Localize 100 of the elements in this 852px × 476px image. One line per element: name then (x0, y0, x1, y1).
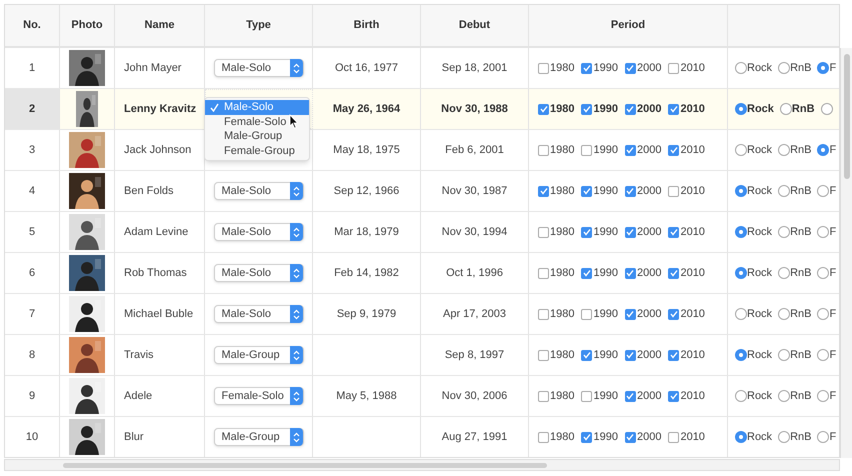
period-checkbox[interactable]: 1990 (581, 142, 618, 158)
genre-radio[interactable]: RnB (778, 60, 812, 76)
type-select[interactable]: Male-Solo (214, 182, 304, 200)
genre-radio[interactable] (820, 103, 833, 115)
period-checkbox[interactable]: 1990 (581, 388, 618, 404)
period-checkbox[interactable]: 1980 (538, 142, 574, 158)
period-checkbox[interactable]: 1990 (581, 346, 618, 364)
checkmark-icon (626, 392, 634, 400)
genre-radio[interactable]: F (817, 388, 836, 404)
period-checkbox[interactable]: 2010 (668, 224, 705, 240)
name-cell-text: Blur (124, 430, 144, 445)
genre-radio[interactable]: Rock (735, 182, 772, 200)
genre-radio[interactable]: F (817, 428, 836, 446)
type-select[interactable]: Male-Solo (214, 305, 304, 323)
checkmark-icon (582, 228, 591, 236)
period-checkbox[interactable]: 1980 (538, 182, 574, 200)
period-checkbox[interactable]: 1990 (581, 60, 618, 76)
period-checkbox[interactable]: 1980 (538, 100, 574, 118)
checkmark-icon (626, 269, 634, 277)
genre-radio[interactable]: Rock (735, 428, 772, 446)
period-checkbox[interactable]: 2010 (668, 142, 705, 158)
type-select[interactable]: Male-Solo (214, 223, 304, 241)
period-checkbox[interactable]: 2000 (624, 306, 662, 322)
genre-radio[interactable]: Rock (735, 306, 772, 322)
genre-radio[interactable]: F (817, 264, 836, 282)
genre-radio[interactable]: F (817, 60, 836, 76)
period-checkbox[interactable]: 2000 (624, 428, 662, 446)
period-checkbox[interactable]: 1980 (538, 264, 574, 282)
period-checkbox[interactable]: 2010 (668, 100, 705, 118)
dropdown-option[interactable]: Female-Solo (205, 114, 309, 129)
period-checkbox[interactable]: 1990 (581, 182, 618, 200)
period-checkbox[interactable]: 2000 (624, 142, 662, 158)
genre-radio[interactable]: RnB (778, 346, 812, 364)
stepper-icon (292, 390, 300, 402)
period-checkbox[interactable]: 2010 (668, 306, 705, 322)
genre-radio[interactable]: RnB (778, 142, 812, 158)
row-number: 4 (28, 184, 36, 199)
period-checkbox[interactable]: 2000 (624, 224, 662, 240)
scrollbar-thumb[interactable] (63, 463, 547, 468)
checkmark-icon (626, 351, 634, 359)
genre-radio[interactable]: RnB (778, 182, 812, 200)
genre-radio[interactable]: RnB (778, 306, 812, 322)
debut-date: Oct 1, 1996 (446, 266, 503, 281)
horizontal-scrollbar[interactable] (4, 459, 840, 471)
period-checkbox[interactable]: 2010 (668, 346, 705, 364)
type-select[interactable]: Male-Group (214, 428, 304, 446)
period-checkbox[interactable]: 1980 (538, 428, 574, 446)
genre-radio[interactable]: Rock (735, 142, 772, 158)
genre-radio[interactable]: F (817, 306, 836, 322)
birth-date: May 18, 1975 (333, 142, 400, 158)
period-checkbox[interactable]: 2010 (668, 182, 705, 200)
checkmark-icon (670, 105, 678, 113)
genre-radio[interactable]: F (817, 142, 836, 158)
period-checkbox[interactable]: 1980 (538, 224, 574, 240)
period-checkbox[interactable]: 1990 (581, 100, 618, 118)
genre-radio[interactable]: F (817, 346, 836, 364)
period-checkbox[interactable]: 2000 (624, 100, 662, 118)
period-checkbox[interactable]: 1980 (538, 60, 574, 76)
period-checkbox[interactable]: 1980 (538, 346, 574, 364)
period-checkbox[interactable]: 2010 (668, 60, 705, 76)
column-header: Birth (354, 18, 380, 34)
dropdown-option[interactable]: Male-Group (205, 129, 309, 144)
genre-radio[interactable]: Rock (735, 264, 772, 282)
period-checkbox[interactable]: 1990 (581, 428, 618, 446)
genre-radio[interactable]: RnB (778, 428, 812, 446)
type-select[interactable]: Female-Solo (214, 387, 304, 405)
name-cell-text: Adele (124, 388, 152, 404)
genre-radio[interactable]: RnB (780, 100, 815, 118)
genre-radio[interactable]: F (817, 224, 836, 240)
checkmark-icon (626, 187, 634, 195)
type-select[interactable]: Male-Group (214, 346, 304, 364)
genre-radio[interactable]: Rock (735, 100, 774, 118)
period-checkbox[interactable]: 1980 (538, 388, 574, 404)
period-checkbox[interactable]: 1990 (581, 224, 618, 240)
period-checkbox[interactable]: 1990 (581, 306, 618, 322)
row-number: 10 (26, 430, 38, 445)
period-checkbox[interactable]: 2010 (668, 428, 705, 446)
period-checkbox[interactable]: 2000 (624, 264, 662, 282)
scrollbar-thumb[interactable] (844, 54, 850, 179)
period-checkbox[interactable]: 2000 (624, 60, 662, 76)
dropdown-option[interactable]: Female-Group (205, 144, 309, 158)
period-checkbox[interactable]: 1980 (538, 306, 574, 322)
genre-radio[interactable]: RnB (778, 264, 812, 282)
genre-radio[interactable]: Rock (735, 60, 772, 76)
genre-radio[interactable]: Rock (735, 388, 772, 404)
birth-date: Mar 18, 1979 (334, 224, 399, 240)
type-select[interactable]: Male-Solo (214, 59, 304, 77)
genre-radio[interactable]: RnB (778, 224, 812, 240)
period-checkbox[interactable]: 1990 (581, 264, 618, 282)
genre-radio[interactable]: Rock (735, 224, 772, 240)
genre-radio[interactable]: F (817, 182, 836, 200)
period-checkbox[interactable]: 2010 (668, 388, 705, 404)
period-checkbox[interactable]: 2000 (624, 388, 662, 404)
period-checkbox[interactable]: 2010 (668, 264, 705, 282)
period-checkbox[interactable]: 2000 (624, 182, 662, 200)
genre-radio[interactable]: Rock (735, 346, 772, 364)
type-select[interactable]: Male-Solo (214, 264, 304, 282)
vertical-scrollbar[interactable] (840, 48, 852, 458)
genre-radio[interactable]: RnB (778, 388, 812, 404)
period-checkbox[interactable]: 2000 (624, 346, 662, 364)
